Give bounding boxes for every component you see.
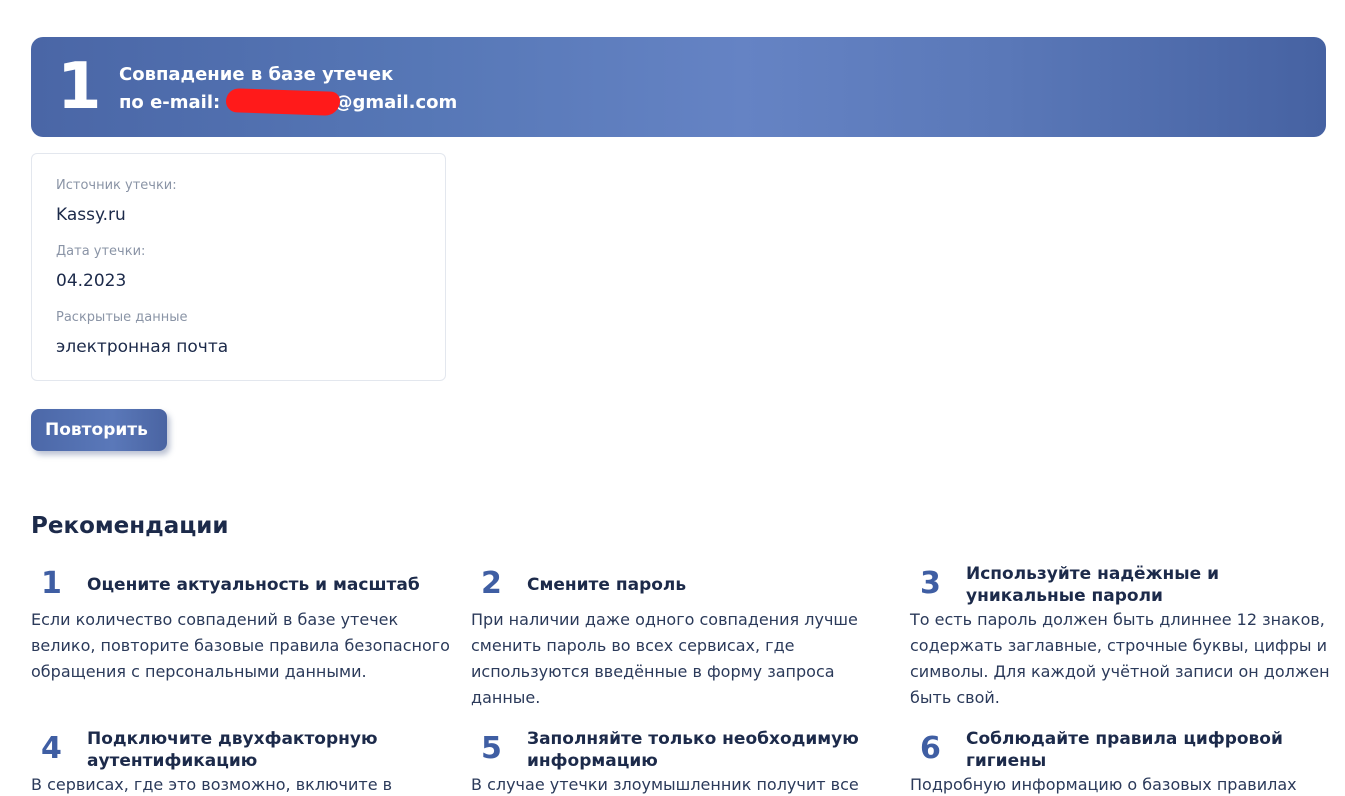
recommendation-number: 4: [41, 731, 62, 766]
email-prefix: по e-mail:: [119, 92, 221, 113]
recommendation-text: Подробную информацию о базовых правилах: [910, 775, 1297, 794]
result-title: Совпадение в базе утечек по e-mail: @gma…: [119, 61, 457, 117]
result-title-line1: Совпадение в базе утечек: [119, 64, 394, 85]
recommendation-text: В случае утечки злоумышленник получит вс…: [471, 775, 859, 794]
recommendation-heading: Оцените актуальность и масштаб: [87, 575, 420, 595]
email-suffix: @gmail.com: [334, 92, 458, 113]
date-value: 04.2023: [56, 271, 127, 291]
source-value: Kassy.ru: [56, 205, 126, 225]
recommendations-title: Рекомендации: [31, 513, 229, 539]
recommendation-text: При наличии даже одного совпадения лучше…: [471, 610, 858, 707]
recommendation-number: 2: [481, 566, 502, 601]
exposed-data-value: электронная почта: [56, 337, 229, 357]
recommendation-heading: Используйте надёжные и уникальные пароли: [966, 564, 1219, 606]
redaction-mark: [226, 88, 341, 116]
recommendation-number: 5: [481, 731, 502, 766]
recommendation-heading: Подключите двухфакторную аутентификацию: [87, 729, 378, 771]
recommendation-number: 3: [920, 566, 941, 601]
result-title-line2: по e-mail: @gmail.com: [119, 88, 458, 117]
recommendation-heading: Заполняйте только необходимую информацию: [527, 729, 859, 771]
result-number: 1: [57, 50, 102, 124]
recommendation-number: 6: [920, 731, 941, 766]
recommendation-number: 1: [41, 566, 62, 601]
leak-details-card: Источник утечки: Kassy.ru Дата утечки: 0…: [31, 153, 446, 381]
recommendation-heading: Смените пароль: [527, 575, 687, 595]
result-banner: 1 Совпадение в базе утечек по e-mail: @g…: [31, 37, 1326, 137]
source-label: Источник утечки:: [56, 178, 177, 193]
exposed-data-label: Раскрытые данные: [56, 310, 188, 325]
recommendation-text: Если количество совпадений в базе утечек…: [31, 610, 450, 681]
recommendation-heading: Соблюдайте правила цифровой гигиены: [966, 729, 1283, 771]
recommendation-text: В сервисах, где это возможно, включите в: [31, 775, 393, 794]
date-label: Дата утечки:: [56, 244, 146, 259]
recommendation-text: То есть пароль должен быть длиннее 12 зн…: [910, 610, 1330, 707]
retry-button[interactable]: Повторить: [31, 409, 167, 451]
